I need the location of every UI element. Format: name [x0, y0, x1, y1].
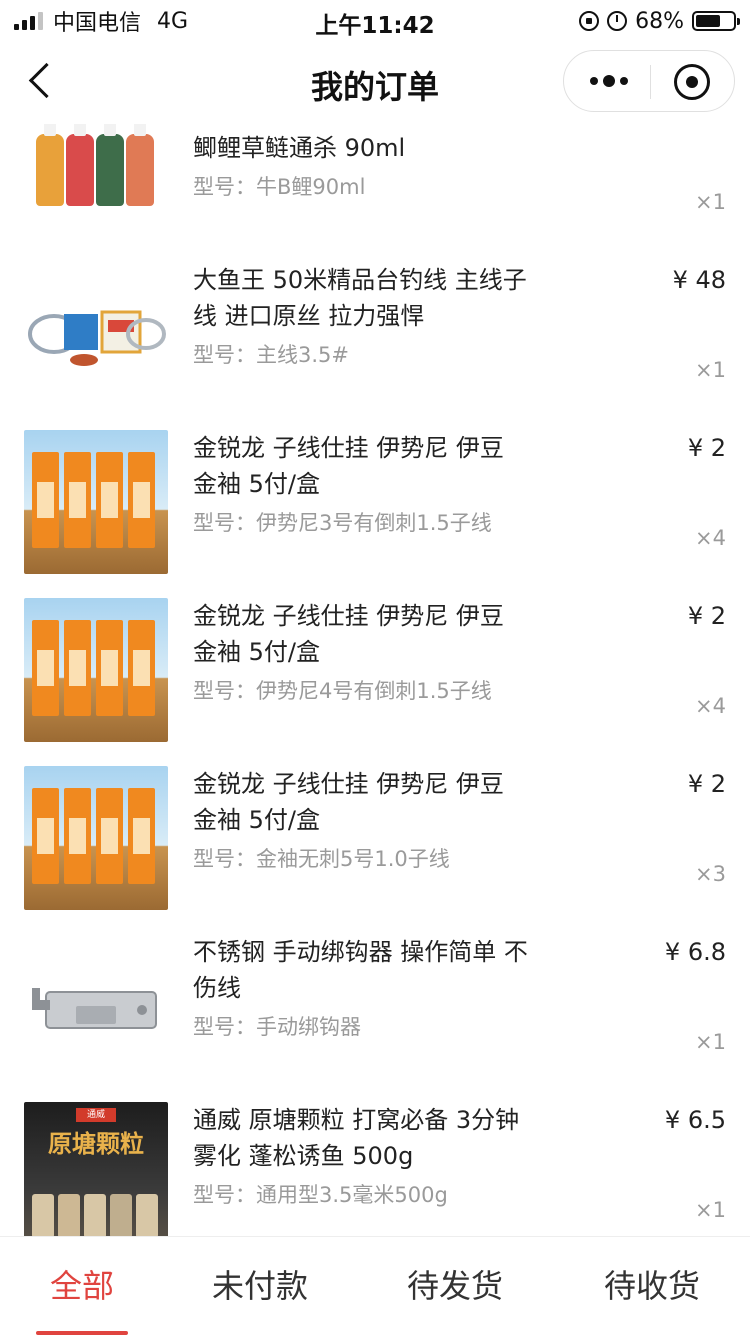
product-spec: 型号：主线3.5#: [193, 343, 349, 367]
product-name: 大鱼王 50米精品台钓线 主线子线 进口原丝 拉力强悍: [193, 266, 527, 330]
product-qty: ×1: [695, 1030, 726, 1054]
product-price: ¥ 2: [687, 770, 726, 798]
tab-to-receive[interactable]: 待收货: [592, 1261, 712, 1321]
product-spec: 型号：伊势尼3号有倒刺1.5子线: [193, 511, 492, 535]
status-bar: 中国电信 4G 上午11:42 68%: [0, 0, 750, 40]
status-right: 68%: [579, 6, 740, 36]
product-qty: ×1: [695, 1198, 726, 1222]
tab-label: 待收货: [603, 1267, 700, 1305]
product-spec: 型号：伊势尼4号有倒刺1.5子线: [193, 679, 492, 703]
hook-boxes-image: [24, 766, 168, 910]
mini-program-capsule: [563, 50, 735, 112]
nav-bar: 我的订单: [0, 40, 750, 124]
battery-icon: [692, 11, 740, 31]
product-qty: ×4: [695, 694, 726, 718]
bait-brand-tag: 通威: [76, 1108, 116, 1122]
product-name: 金锐龙 子线仕挂 伊势尼 伊豆 金袖 5付/盒: [193, 602, 504, 666]
product-name: 鲫鲤草鲢通杀 90ml: [193, 134, 406, 162]
bait-bottles-image: [24, 124, 168, 214]
tab-label: 全部: [49, 1267, 114, 1305]
tab-unpaid[interactable]: 未付款: [200, 1261, 320, 1321]
alarm-icon: [607, 11, 628, 31]
product-qty: ×4: [695, 526, 726, 550]
product-qty: ×1: [695, 358, 726, 382]
tab-to-ship[interactable]: 待发货: [395, 1261, 515, 1321]
active-tab-indicator: [36, 1331, 128, 1335]
product-qty: ×1: [695, 190, 726, 214]
more-options-button[interactable]: [584, 67, 634, 95]
product-name: 金锐龙 子线仕挂 伊势尼 伊豆 金袖 5付/盒: [193, 434, 504, 498]
rotation-lock-icon: [579, 11, 600, 31]
order-status-tabs: 全部 未付款 待发货 待收货: [0, 1236, 750, 1335]
tab-label: 待发货: [406, 1267, 503, 1305]
product-name: 不锈钢 手动绑钩器 操作简单 不伤线: [193, 938, 528, 1002]
fishing-line-image: [24, 262, 168, 406]
product-name: 通威 原塘颗粒 打窝必备 3分钟雾化 蓬松诱鱼 500g: [193, 1106, 520, 1170]
tab-all[interactable]: 全部: [36, 1261, 128, 1335]
tab-label: 未付款: [211, 1267, 308, 1305]
product-qty: ×3: [695, 862, 726, 886]
close-mini-program-button[interactable]: [674, 64, 710, 100]
capsule-divider: [650, 65, 651, 99]
order-item[interactable]: 金锐龙 子线仕挂 伊势尼 伊豆 金袖 5付/盒 ¥ 2 型号：伊势尼3号有倒刺1…: [0, 430, 750, 598]
product-name: 金锐龙 子线仕挂 伊势尼 伊豆 金袖 5付/盒: [193, 770, 504, 834]
order-item[interactable]: 金锐龙 子线仕挂 伊势尼 伊豆 金袖 5付/盒 ¥ 2 型号：伊势尼4号有倒刺1…: [0, 598, 750, 766]
order-list[interactable]: 鲫鲤草鲢通杀 90ml 型号：牛B鲤90ml ×1 大鱼王 50米精品台钓线 主…: [0, 124, 750, 1236]
product-spec: 型号：手动绑钩器: [193, 1015, 361, 1039]
product-price: ¥ 6.8: [664, 938, 726, 966]
hook-boxes-image: [24, 598, 168, 742]
order-item[interactable]: 大鱼王 50米精品台钓线 主线子线 进口原丝 拉力强悍 ¥ 48 型号：主线3.…: [0, 262, 750, 430]
product-spec: 型号：牛B鲤90ml: [193, 175, 366, 199]
product-price: ¥ 2: [687, 602, 726, 630]
hook-boxes-image: [24, 430, 168, 574]
product-price: ¥ 6.5: [664, 1106, 726, 1134]
order-item[interactable]: 不锈钢 手动绑钩器 操作简单 不伤线 ¥ 6.8 型号：手动绑钩器 ×1: [0, 934, 750, 1102]
bait-bags-image: 通威 原塘颗粒: [24, 1102, 168, 1236]
order-item[interactable]: 金锐龙 子线仕挂 伊势尼 伊豆 金袖 5付/盒 ¥ 2 型号：金袖无刺5号1.0…: [0, 766, 750, 934]
battery-percent: 68%: [635, 8, 684, 34]
order-item[interactable]: 通威 原塘颗粒 通威 原塘颗粒 打窝必备 3分钟雾化 蓬松诱鱼 500g ¥ 6…: [0, 1102, 750, 1236]
product-price: ¥ 2: [687, 434, 726, 462]
product-spec: 型号：通用型3.5毫米500g: [193, 1183, 448, 1207]
product-spec: 型号：金袖无刺5号1.0子线: [193, 847, 450, 871]
bait-image-title: 原塘颗粒: [48, 1129, 144, 1158]
hook-tier-tool-image: [24, 934, 168, 1078]
product-price: ¥ 48: [672, 266, 726, 294]
